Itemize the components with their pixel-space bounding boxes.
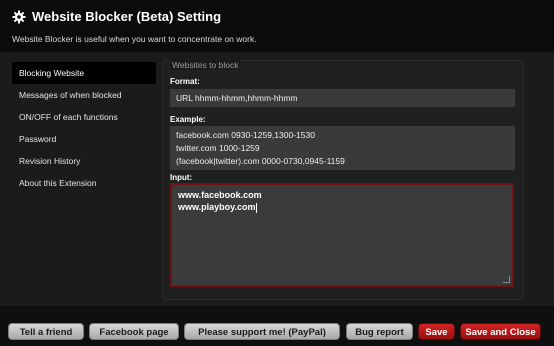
save-button[interactable]: Save (418, 323, 455, 340)
input-label: Input: (170, 173, 193, 182)
page-subtitle: Website Blocker is useful when you want … (12, 34, 257, 44)
example-line: twitter.com 1000-1259 (176, 143, 260, 153)
sidebar-item-about[interactable]: About this Extension (12, 172, 156, 194)
example-line: facebook.com 0930-1259,1300-1530 (176, 130, 315, 140)
input-line: www.facebook.com (178, 190, 262, 200)
blocked-sites-textarea[interactable]: www.facebook.com www.playboy.com (170, 183, 514, 287)
paypal-support-button[interactable]: Please support me! (PayPal) (184, 323, 340, 340)
sidebar: Blocking Website Messages of when blocke… (12, 62, 156, 194)
sidebar-item-revision-history[interactable]: Revision History (12, 150, 156, 172)
section-title: Websites to block (170, 60, 241, 70)
tell-a-friend-button[interactable]: Tell a friend (8, 323, 84, 340)
footer-bar: Tell a friend Facebook page Please suppo… (0, 306, 554, 346)
sidebar-item-password[interactable]: Password (12, 128, 156, 150)
resize-handle-icon[interactable] (503, 276, 510, 283)
text-caret (255, 202, 257, 213)
input-line: www.playboy.com (178, 202, 256, 212)
header-bar: Website Blocker (Beta) Setting Website B… (0, 0, 554, 52)
example-label: Example: (170, 115, 206, 124)
save-and-close-button[interactable]: Save and Close (460, 323, 541, 340)
gear-icon (12, 10, 26, 24)
example-field: facebook.com 0930-1259,1300-1530 twitter… (170, 126, 515, 170)
example-line: (facebook|twitter).com 0000-0730,0945-11… (176, 156, 345, 166)
sidebar-item-blocking-website[interactable]: Blocking Website (12, 62, 156, 84)
format-label: Format: (170, 77, 200, 86)
page-title: Website Blocker (Beta) Setting (32, 9, 222, 24)
sidebar-item-on-off[interactable]: ON/OFF of each functions (12, 106, 156, 128)
bug-report-button[interactable]: Bug report (346, 323, 413, 340)
format-field: URL hhmm-hhmm,hhmm-hhmm (170, 89, 515, 107)
facebook-page-button[interactable]: Facebook page (89, 323, 179, 340)
sidebar-item-messages[interactable]: Messages of when blocked (12, 84, 156, 106)
